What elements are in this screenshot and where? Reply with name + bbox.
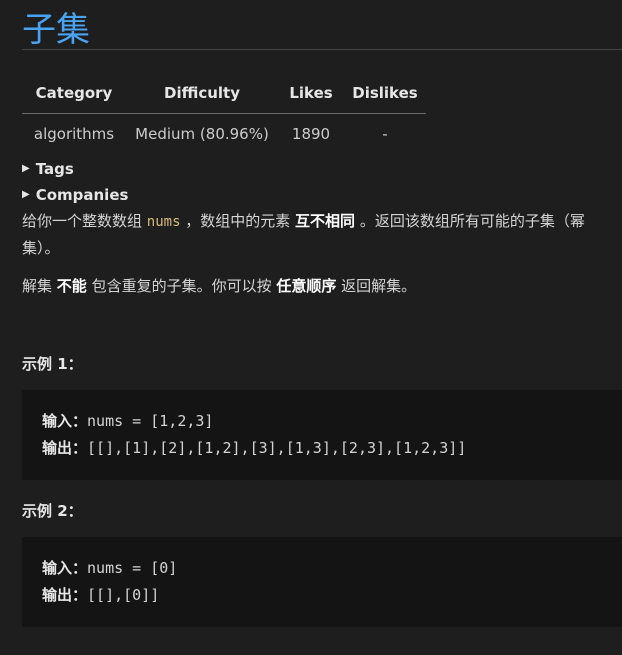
table-header-row: Category Difficulty Likes Dislikes	[22, 73, 426, 114]
output-label: 输出：	[42, 586, 88, 604]
text-span: 返回解集。	[336, 277, 417, 295]
description-paragraph-2: 解集 不能 包含重复的子集。你可以按 任意顺序 返回解集。	[22, 273, 622, 299]
text-span: ，数组中的元素	[180, 212, 296, 230]
dislikes-cell: -	[382, 125, 388, 143]
problem-page: 子集 Category Difficulty Likes Dislikes al…	[22, 0, 622, 627]
example-1-code-block: 输入：nums = [1,2,3] 输出：[[],[1],[2],[1,2],[…	[22, 390, 622, 480]
likes-cell: 1890	[291, 125, 331, 143]
triangle-right-icon: ▶	[22, 189, 30, 200]
inline-code: nums	[146, 214, 181, 230]
input-value: nums = [1,2,3]	[87, 412, 214, 430]
triangle-right-icon: ▶	[22, 163, 30, 174]
text-span: 包含重复的子集。你可以按	[86, 277, 277, 295]
input-value: nums = [0]	[87, 559, 178, 577]
bold-text: 互不相同	[295, 212, 356, 230]
description-paragraph-1: 给你一个整数数组 nums ，数组中的元素 互不相同 。返回该数组所有可能的子集…	[22, 208, 622, 261]
example-2-heading: 示例 2：	[22, 502, 83, 520]
companies-label: Companies	[35, 186, 129, 204]
category-cell: algorithms	[33, 125, 115, 143]
tags-disclosure[interactable]: ▶ Tags	[22, 156, 622, 182]
example-1-heading: 示例 1：	[22, 355, 83, 373]
difficulty-cell: Medium (80.96%)	[135, 125, 269, 143]
companies-disclosure[interactable]: ▶ Companies	[22, 182, 622, 208]
output-value: [[],[1],[2],[1,2],[3],[1,3],[2,3],[1,2,3…	[87, 439, 467, 457]
problem-meta-table: Category Difficulty Likes Dislikes algor…	[22, 73, 426, 154]
text-span: 解集	[22, 277, 57, 295]
example-2-code-block: 输入：nums = [0] 输出：[[],[0]]	[22, 537, 622, 627]
tags-label: Tags	[35, 160, 74, 178]
input-label: 输入：	[42, 412, 88, 430]
output-value: [[],[0]]	[87, 586, 160, 604]
column-header-category: Category	[22, 73, 126, 114]
bold-text: 不能	[56, 277, 87, 295]
output-label: 输出：	[42, 439, 88, 457]
bold-text: 任意顺序	[276, 277, 337, 295]
column-header-likes: Likes	[278, 73, 344, 114]
column-header-dislikes: Dislikes	[344, 73, 426, 114]
table-row: algorithms Medium (80.96%) 1890 -	[22, 114, 426, 155]
text-span: 给你一个整数数组	[22, 212, 147, 230]
page-title: 子集	[22, 0, 622, 50]
input-label: 输入：	[42, 559, 88, 577]
column-header-difficulty: Difficulty	[126, 73, 278, 114]
